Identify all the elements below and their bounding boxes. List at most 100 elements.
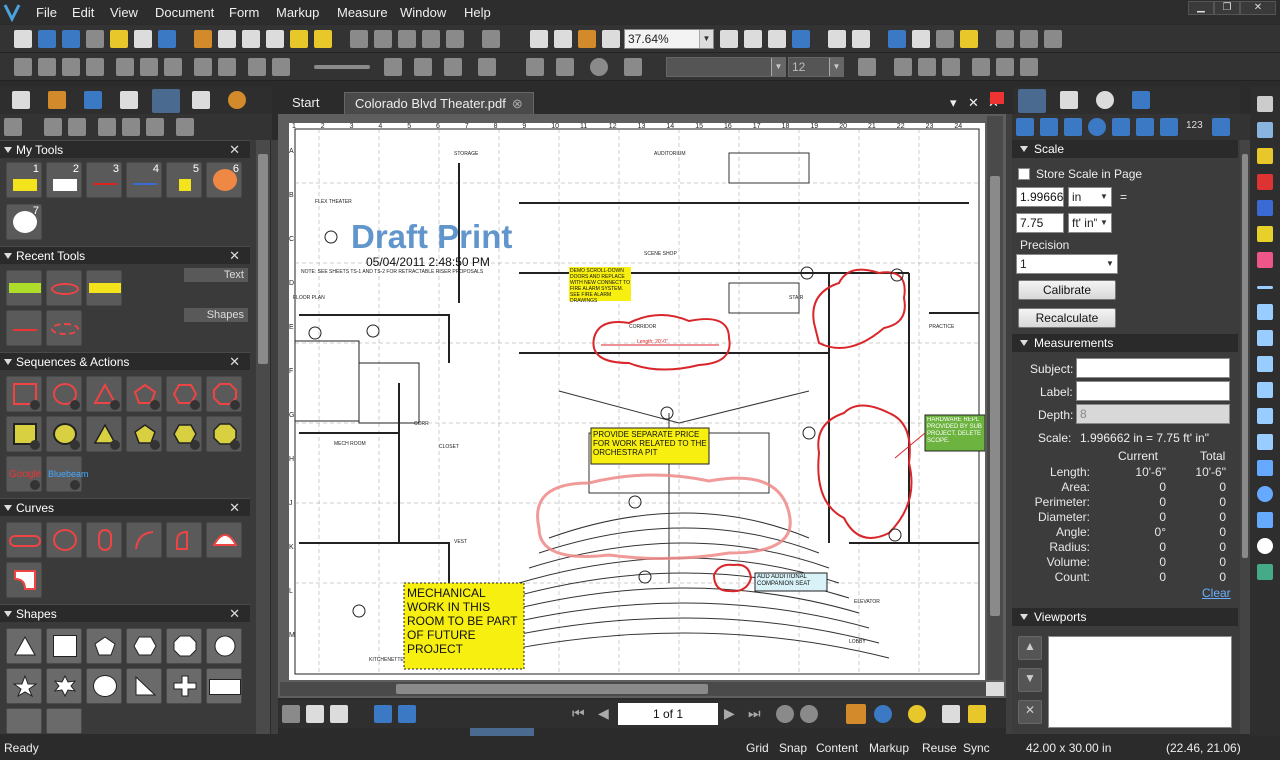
- ungroup-icon[interactable]: [218, 58, 236, 76]
- tool-view-icon[interactable]: [146, 118, 164, 136]
- calibrate-button[interactable]: Calibrate: [1018, 280, 1116, 300]
- viewports-list[interactable]: [1048, 636, 1232, 728]
- depth-input[interactable]: 8: [1076, 404, 1230, 424]
- highlighter-tool-icon[interactable]: [1257, 226, 1273, 242]
- shape-star5[interactable]: [6, 668, 42, 704]
- curve-arc-arrow[interactable]: [126, 522, 162, 558]
- first-page-icon[interactable]: ⏮: [572, 705, 585, 722]
- shape-cross[interactable]: [166, 668, 202, 704]
- undo-icon[interactable]: [446, 30, 464, 48]
- search-icon[interactable]: [266, 30, 284, 48]
- close-icon[interactable]: ✕: [229, 605, 240, 623]
- seq-pentagon-yellow[interactable]: [126, 416, 162, 452]
- eraser-tool-icon[interactable]: [1257, 252, 1273, 268]
- viewport-down-button[interactable]: ▼: [1018, 668, 1042, 692]
- line-color-icon[interactable]: [526, 58, 544, 76]
- add-tool-icon[interactable]: [68, 118, 86, 136]
- curve-peanut[interactable]: [86, 522, 122, 558]
- layers-tab-icon[interactable]: [228, 91, 246, 109]
- line-weight-icon[interactable]: [478, 58, 496, 76]
- cloud-select-icon[interactable]: [768, 30, 786, 48]
- image-tool-icon[interactable]: [1257, 564, 1273, 580]
- shape-rectangle[interactable]: [206, 668, 242, 704]
- calibrate-tool-icon[interactable]: [1212, 118, 1230, 136]
- cloud-tool-icon[interactable]: [1257, 538, 1273, 554]
- text-align-center-icon[interactable]: [996, 58, 1014, 76]
- diameter-tool-icon[interactable]: [1088, 118, 1106, 136]
- group-icon[interactable]: [194, 58, 212, 76]
- align-left-icon[interactable]: [14, 58, 32, 76]
- distribute-h-icon[interactable]: [116, 58, 134, 76]
- single-page-icon[interactable]: [282, 705, 300, 723]
- align-center-icon[interactable]: [38, 58, 56, 76]
- close-window-button[interactable]: ✕: [1240, 1, 1276, 15]
- italic-icon[interactable]: [918, 58, 936, 76]
- menu-view[interactable]: View: [110, 5, 138, 20]
- section-shapes[interactable]: Shapes ✕: [0, 604, 250, 622]
- close-document-icon[interactable]: ✕: [968, 92, 979, 114]
- my-tool-4[interactable]: 4: [126, 162, 162, 198]
- settings-tab-icon[interactable]: [1096, 91, 1114, 109]
- thumbnails-tab-icon[interactable]: [12, 91, 30, 109]
- shape-rect-small[interactable]: [6, 708, 42, 734]
- redo-icon[interactable]: [482, 30, 500, 48]
- font-name-combo[interactable]: ▼: [666, 57, 786, 77]
- properties-tab-icon[interactable]: [192, 91, 210, 109]
- binoculars-tab-icon[interactable]: [1060, 91, 1078, 109]
- precision-select[interactable]: 1 ▼: [1016, 254, 1118, 274]
- menu-window[interactable]: Window: [400, 5, 446, 20]
- opacity-icon[interactable]: [590, 58, 608, 76]
- seq-pentagon-red[interactable]: [126, 376, 162, 412]
- ocr-icon[interactable]: [290, 30, 308, 48]
- count-tool-icon[interactable]: 123: [1186, 120, 1203, 131]
- align-top-icon[interactable]: [86, 58, 104, 76]
- status-content[interactable]: Content: [816, 741, 858, 755]
- arc-tool-icon[interactable]: [1257, 330, 1273, 346]
- maximize-button[interactable]: ❐: [1214, 1, 1240, 15]
- leader-tool-icon[interactable]: [1044, 30, 1062, 48]
- left-panel-scrollbar[interactable]: [256, 140, 270, 734]
- clear-link[interactable]: Clear: [1202, 586, 1231, 600]
- rectangle-tool-icon[interactable]: [1257, 460, 1273, 476]
- align-right-icon[interactable]: [62, 58, 80, 76]
- status-grid[interactable]: Grid: [746, 741, 769, 755]
- next-view-icon[interactable]: [800, 705, 818, 723]
- section-my-tools[interactable]: My Tools ✕: [0, 140, 250, 158]
- flip-page-icon[interactable]: [852, 30, 870, 48]
- polygon-tool-icon[interactable]: [1257, 434, 1273, 450]
- tab-start[interactable]: Start: [282, 92, 329, 114]
- my-tool-3[interactable]: 3: [86, 162, 122, 198]
- collapse-all-icon[interactable]: [44, 118, 62, 136]
- store-scale-checkbox[interactable]: [1018, 168, 1030, 180]
- menu-help[interactable]: Help: [464, 5, 491, 20]
- menu-edit[interactable]: Edit: [72, 5, 94, 20]
- page-number-input[interactable]: 1 of 1: [618, 703, 718, 725]
- delete-icon[interactable]: [422, 30, 440, 48]
- status-snap[interactable]: Snap: [779, 741, 807, 755]
- polylength-tool-icon[interactable]: [1040, 118, 1058, 136]
- cube-tool-icon[interactable]: [1160, 118, 1178, 136]
- close-icon[interactable]: ✕: [229, 499, 240, 517]
- seq-octagon-yellow[interactable]: [206, 416, 242, 452]
- capture-icon[interactable]: [314, 30, 332, 48]
- subject-input[interactable]: [1076, 358, 1230, 378]
- batch-icon[interactable]: [194, 30, 212, 48]
- shape-rect-small-2[interactable]: [46, 708, 82, 734]
- flag-icon[interactable]: [990, 92, 1004, 104]
- lightbulb-icon[interactable]: [908, 705, 926, 723]
- arrow-tool-icon[interactable]: [1257, 304, 1273, 320]
- shape-pentagon[interactable]: [86, 628, 122, 664]
- upload-icon[interactable]: [846, 704, 866, 724]
- studio-icon[interactable]: [888, 30, 906, 48]
- curve-cutout[interactable]: [6, 562, 42, 598]
- curve-quarter[interactable]: [166, 522, 202, 558]
- text-tool-icon[interactable]: [1257, 96, 1273, 112]
- import-icon[interactable]: [98, 118, 116, 136]
- recent-tool-3[interactable]: [86, 270, 122, 306]
- distribute-v-icon[interactable]: [140, 58, 158, 76]
- close-tab-icon[interactable]: ⊗: [512, 96, 523, 111]
- pen-tab-icon[interactable]: [84, 91, 102, 109]
- page-corner-icon[interactable]: [986, 682, 1004, 696]
- paste-icon[interactable]: [398, 30, 416, 48]
- user-icon[interactable]: [874, 705, 892, 723]
